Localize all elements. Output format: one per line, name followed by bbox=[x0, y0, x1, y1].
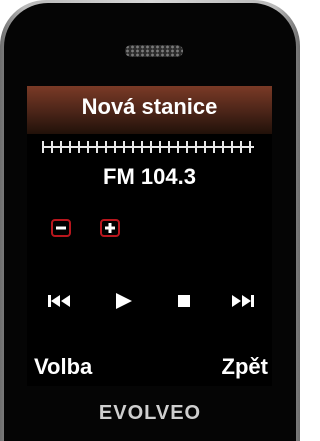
brand-logo: EVOLVEO bbox=[98, 402, 202, 424]
screen-title: Nová stanice bbox=[81, 94, 218, 119]
radio-screen: Nová stanice FM 104.3 Volba Zpět bbox=[27, 86, 272, 386]
title-bar: Nová stanice bbox=[27, 86, 272, 134]
stop-icon bbox=[178, 295, 190, 307]
play-icon bbox=[116, 293, 132, 309]
right-softkey[interactable]: Zpět bbox=[222, 354, 268, 380]
play-button[interactable] bbox=[113, 292, 135, 310]
frequency-display: FM 104.3 bbox=[103, 164, 196, 189]
tuning-scale[interactable] bbox=[42, 141, 254, 153]
next-station-button[interactable] bbox=[230, 292, 256, 310]
previous-station-button[interactable] bbox=[46, 292, 72, 310]
volume-up-button[interactable] bbox=[100, 219, 120, 237]
stop-button[interactable] bbox=[176, 292, 192, 310]
minus-icon bbox=[56, 226, 66, 230]
phone-body: Nová stanice FM 104.3 Volba Zpět EVOLVEO bbox=[0, 0, 300, 441]
plus-icon bbox=[105, 223, 115, 233]
speaker-grille bbox=[125, 45, 183, 57]
left-softkey[interactable]: Volba bbox=[34, 354, 92, 380]
volume-down-button[interactable] bbox=[51, 219, 71, 237]
skip-back-icon bbox=[48, 295, 70, 307]
skip-forward-icon bbox=[232, 295, 254, 307]
